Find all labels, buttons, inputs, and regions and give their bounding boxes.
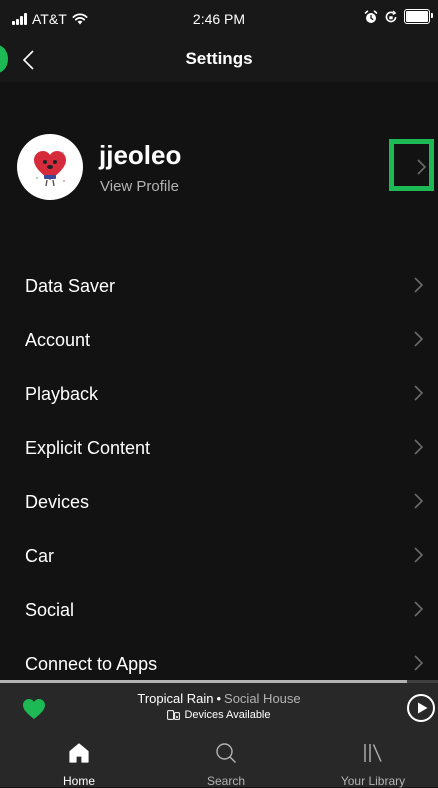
status-bar: AT&T 2:46 PM: [0, 0, 438, 38]
profile-name: jjeoleo: [99, 140, 182, 170]
chevron-right-icon: [414, 493, 424, 509]
battery-fill: [406, 11, 428, 22]
chevron-right-icon: [414, 601, 424, 617]
profile-chevron-highlight[interactable]: [389, 139, 434, 191]
settings-item-car[interactable]: Car: [0, 528, 438, 582]
nav-label-search: Search: [206, 774, 246, 788]
avatar[interactable]: [17, 134, 83, 200]
settings-item-playback[interactable]: Playback: [0, 366, 438, 420]
settings-item-label: Connect to Apps: [25, 654, 158, 674]
header: Settings: [0, 38, 438, 82]
settings-item-data-saver[interactable]: Data Saver: [0, 258, 438, 312]
profile-row[interactable]: jjeoleo View Profile: [0, 112, 438, 222]
track-line: Tropical Rain • Social House: [60, 691, 378, 706]
track-separator: •: [216, 691, 222, 706]
progress-fill: [0, 680, 408, 683]
battery-icon: [404, 9, 433, 24]
settings-item-account[interactable]: Account: [0, 312, 438, 366]
chevron-right-icon: [414, 439, 424, 455]
chevron-right-icon: [417, 159, 427, 175]
track-info[interactable]: Tropical Rain • Social House Devices Avail…: [60, 691, 378, 721]
view-profile-label: View Profile: [100, 178, 179, 195]
like-button[interactable]: [22, 698, 46, 720]
settings-item-label: Playback: [25, 384, 99, 404]
now-playing-bar[interactable]: Tropical Rain • Social House Devices Avail…: [0, 680, 438, 733]
alarm-icon: [364, 9, 378, 23]
nav-item-search[interactable]: Search: [153, 733, 299, 788]
settings-list: Data Saver Account Playback Explicit Con…: [0, 258, 438, 690]
search-icon: [216, 743, 236, 763]
settings-item-label: Account: [25, 330, 91, 350]
settings-item-label: Social: [25, 600, 75, 620]
settings-item-label: Explicit Content: [25, 438, 151, 458]
play-icon: [418, 702, 428, 714]
settings-item-social[interactable]: Social: [0, 582, 438, 636]
settings-item-devices[interactable]: Devices: [0, 474, 438, 528]
chevron-right-icon: [414, 331, 424, 347]
devices-label: Devices Available: [184, 709, 271, 721]
chevron-right-icon: [414, 277, 424, 293]
rotation-lock-icon: [385, 9, 397, 22]
settings-item-label: Data Saver: [25, 276, 116, 296]
heart-character-icon: [34, 151, 66, 187]
devices-available[interactable]: Devices Available: [60, 709, 378, 721]
nav-item-home[interactable]: Home: [6, 733, 152, 788]
chevron-right-icon: [414, 655, 424, 671]
heart-icon: [23, 699, 45, 719]
status-right: [364, 9, 433, 24]
page-title: Settings: [185, 49, 253, 68]
home-icon: [69, 743, 89, 763]
nav-label-library: Your Library: [340, 774, 406, 788]
nav-label-home: Home: [62, 774, 95, 788]
settings-item-explicit-content[interactable]: Explicit Content: [0, 420, 438, 474]
library-icon: [364, 744, 382, 762]
track-artist: Social House: [224, 691, 301, 706]
settings-item-label: Car: [25, 546, 55, 566]
devices-icon: [167, 710, 181, 720]
bottom-nav: Home Search Your Library: [0, 733, 438, 788]
nav-item-library[interactable]: Your Library: [300, 733, 438, 788]
settings-item-label: Devices: [25, 492, 90, 512]
progress-track: [0, 680, 438, 683]
track-title: Tropical Rain: [137, 691, 214, 706]
chevron-right-icon: [414, 547, 424, 563]
chevron-right-icon: [414, 385, 424, 401]
play-button[interactable]: [407, 694, 435, 722]
